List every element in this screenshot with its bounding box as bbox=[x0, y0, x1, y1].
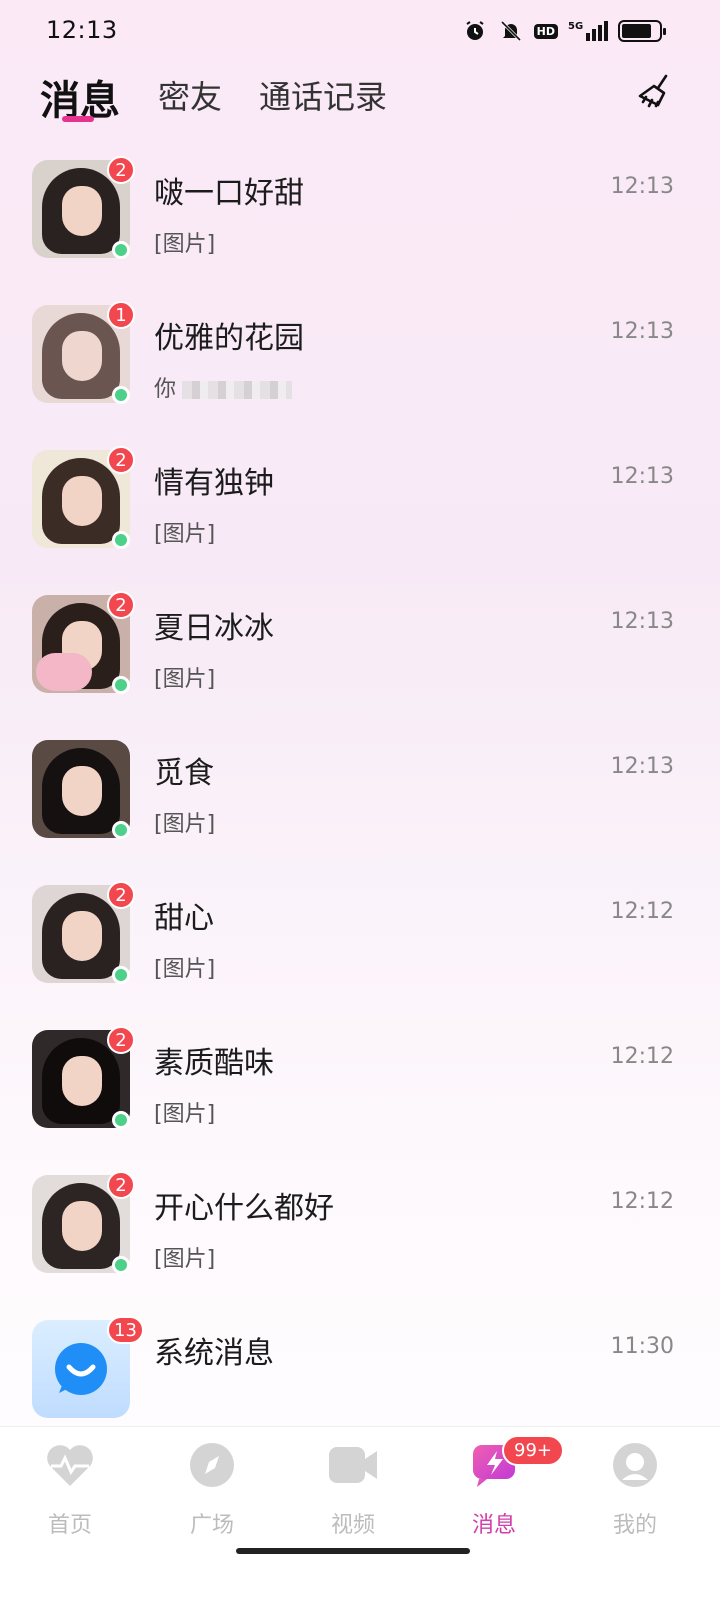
online-indicator bbox=[112, 386, 130, 404]
compass-icon bbox=[186, 1441, 238, 1489]
nav-square[interactable]: 广场 bbox=[162, 1441, 262, 1539]
message-time: 12:13 bbox=[610, 754, 674, 779]
status-icons: HD 5G bbox=[462, 18, 666, 44]
home-indicator bbox=[236, 1548, 470, 1554]
conversation-item[interactable]: 2 素质酷味 [图片] 12:12 bbox=[0, 1010, 720, 1155]
unread-badge: 2 bbox=[107, 156, 135, 184]
conversation-item[interactable]: 2 情有独钟 [图片] 12:13 bbox=[0, 430, 720, 575]
nav-profile[interactable]: 我的 bbox=[585, 1441, 685, 1539]
unread-badge: 2 bbox=[107, 446, 135, 474]
tab-active-indicator bbox=[62, 116, 94, 122]
battery-icon bbox=[618, 20, 666, 42]
header: 消息 密友 通话记录 bbox=[0, 64, 720, 134]
status-bar: 12:13 HD 5G bbox=[0, 0, 720, 64]
message-preview: [图片] bbox=[154, 1102, 216, 1127]
contact-name: 觅食 bbox=[154, 756, 214, 791]
unread-badge: 2 bbox=[107, 591, 135, 619]
unread-badge: 2 bbox=[107, 1171, 135, 1199]
video-camera-icon bbox=[327, 1441, 379, 1489]
svg-text:5G: 5G bbox=[568, 21, 583, 32]
message-time: 12:12 bbox=[610, 899, 674, 924]
clear-broom-icon[interactable] bbox=[632, 70, 678, 116]
contact-name: 情有独钟 bbox=[154, 466, 274, 501]
hd-icon: HD bbox=[533, 23, 558, 39]
online-indicator bbox=[112, 1256, 130, 1274]
contact-name: 甜心 bbox=[154, 901, 214, 936]
unread-badge: 2 bbox=[107, 881, 135, 909]
tab-call-history[interactable]: 通话记录 bbox=[259, 72, 387, 118]
nav-label: 首页 bbox=[47, 1513, 92, 1538]
conversation-item[interactable]: 2 甜心 [图片] 12:12 bbox=[0, 865, 720, 1010]
message-time: 12:13 bbox=[610, 174, 674, 199]
contact-name: 开心什么都好 bbox=[154, 1191, 334, 1226]
message-preview: [图片] bbox=[154, 522, 216, 547]
message-time: 12:12 bbox=[610, 1044, 674, 1069]
signal-5g-icon: 5G bbox=[568, 18, 608, 44]
conversation-item-system[interactable]: 13 系统消息 11:30 bbox=[0, 1300, 720, 1445]
blurred-text bbox=[182, 381, 293, 399]
message-preview: 你 bbox=[154, 371, 293, 403]
conversation-list: 2 啵一口好甜 [图片] 12:13 1 优雅的花园 你 12:13 2 情有独… bbox=[0, 140, 720, 1445]
message-preview: [图片] bbox=[154, 957, 216, 982]
message-preview: [图片] bbox=[154, 232, 216, 257]
heartbeat-icon bbox=[44, 1441, 96, 1489]
bottom-nav: 首页 广场 视频 99+ 消息 我的 bbox=[0, 1426, 720, 1600]
conversation-item[interactable]: 觅食 [图片] 12:13 bbox=[0, 720, 720, 865]
nav-messages[interactable]: 99+ 消息 bbox=[444, 1435, 564, 1539]
nav-unread-badge: 99+ bbox=[502, 1435, 564, 1466]
unread-badge: 13 bbox=[107, 1316, 144, 1344]
message-time: 12:13 bbox=[610, 464, 674, 489]
nav-home[interactable]: 首页 bbox=[20, 1441, 120, 1539]
mute-bell-icon bbox=[498, 18, 524, 44]
conversation-item[interactable]: 2 开心什么都好 [图片] 12:12 bbox=[0, 1155, 720, 1300]
nav-label: 消息 bbox=[471, 1513, 516, 1538]
message-preview: [图片] bbox=[154, 1247, 216, 1272]
message-preview-text: 你 bbox=[154, 377, 177, 402]
online-indicator bbox=[112, 241, 130, 259]
message-time: 12:13 bbox=[610, 609, 674, 634]
online-indicator bbox=[112, 821, 130, 839]
online-indicator bbox=[112, 1111, 130, 1129]
nav-label: 我的 bbox=[612, 1513, 657, 1538]
status-time: 12:13 bbox=[46, 16, 118, 44]
alarm-icon bbox=[462, 18, 488, 44]
message-time: 12:12 bbox=[610, 1189, 674, 1214]
contact-name: 夏日冰冰 bbox=[154, 611, 274, 646]
contact-name: 系统消息 bbox=[154, 1336, 274, 1371]
conversation-item[interactable]: 2 啵一口好甜 [图片] 12:13 bbox=[0, 140, 720, 285]
online-indicator bbox=[112, 966, 130, 984]
contact-name: 优雅的花园 bbox=[154, 321, 304, 356]
nav-label: 广场 bbox=[189, 1513, 234, 1538]
tab-close-friends[interactable]: 密友 bbox=[158, 72, 222, 118]
message-preview: [图片] bbox=[154, 812, 216, 837]
unread-badge: 2 bbox=[107, 1026, 135, 1054]
message-preview: [图片] bbox=[154, 667, 216, 692]
message-time: 12:13 bbox=[610, 319, 674, 344]
contact-name: 啵一口好甜 bbox=[154, 176, 304, 211]
conversation-item[interactable]: 1 优雅的花园 你 12:13 bbox=[0, 285, 720, 430]
contact-name: 素质酷味 bbox=[154, 1046, 274, 1081]
nav-video[interactable]: 视频 bbox=[303, 1441, 403, 1539]
profile-icon bbox=[609, 1441, 661, 1489]
conversation-item[interactable]: 2 夏日冰冰 [图片] 12:13 bbox=[0, 575, 720, 720]
message-time: 11:30 bbox=[610, 1334, 674, 1359]
unread-badge: 1 bbox=[107, 301, 135, 329]
nav-label: 视频 bbox=[330, 1513, 375, 1538]
online-indicator bbox=[112, 531, 130, 549]
online-indicator bbox=[112, 676, 130, 694]
